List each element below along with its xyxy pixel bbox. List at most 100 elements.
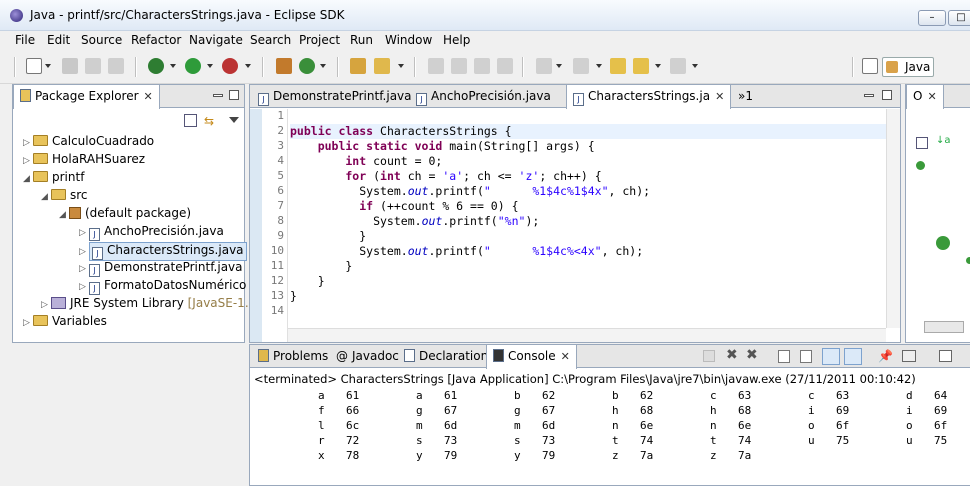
- code-token: }: [290, 274, 325, 288]
- tab-overflow[interactable]: »1: [732, 85, 759, 108]
- tab-problems[interactable]: Problems: [252, 345, 334, 368]
- minimize-button[interactable]: –: [918, 10, 946, 26]
- collapse-all-icon[interactable]: [916, 137, 928, 149]
- external-tools-icon[interactable]: [222, 58, 238, 74]
- tree-item-printf[interactable]: ◢ printf: [23, 170, 84, 188]
- run-icon[interactable]: [185, 58, 201, 74]
- menu-edit[interactable]: Edit: [47, 33, 70, 47]
- remove-all-icon[interactable]: ✖: [746, 347, 758, 363]
- print-icon[interactable]: [108, 58, 124, 74]
- tab-declaration[interactable]: Declaration: [398, 345, 494, 368]
- maximize-button[interactable]: □: [948, 10, 970, 26]
- code-line[interactable]: for (int ch = 'a'; ch <= 'z'; ch++) {: [290, 169, 601, 183]
- code-line[interactable]: int count = 0;: [290, 154, 442, 168]
- code-token: , ch);: [601, 244, 644, 258]
- prev-annotation-icon[interactable]: [573, 58, 589, 74]
- link-editor-icon[interactable]: ⇆: [204, 114, 220, 128]
- java-perspective-button[interactable]: Java: [882, 57, 934, 77]
- scroll-lock-icon[interactable]: [800, 350, 812, 363]
- maximize-icon[interactable]: [882, 90, 892, 100]
- show-console-stdout-icon[interactable]: [822, 348, 840, 365]
- close-icon[interactable]: ✕: [927, 90, 936, 103]
- tree-item-demonstrateprintf[interactable]: ▷ J DemonstratePrintf.java: [79, 260, 243, 278]
- tab-charactersstrings[interactable]: J CharactersStrings.ja ✕: [566, 85, 732, 109]
- tab-anchoprecision[interactable]: J AnchoPrecisión.java: [410, 85, 557, 108]
- code-line[interactable]: if (++count % 6 == 0) {: [290, 199, 518, 213]
- open-type-icon[interactable]: [350, 58, 366, 74]
- tab-package-explorer[interactable]: Package Explorer ✕: [13, 85, 160, 109]
- menu-source[interactable]: Source: [81, 33, 122, 47]
- menu-window[interactable]: Window: [385, 33, 432, 47]
- save-all-icon[interactable]: [85, 58, 101, 74]
- new-icon[interactable]: [26, 58, 42, 74]
- sort-icon[interactable]: ↓a: [936, 135, 951, 146]
- new-class-icon[interactable]: [299, 58, 315, 74]
- code-line[interactable]: System.out.printf(" %1$4c%<4x", ch);: [290, 244, 643, 258]
- tree-item-jre-library[interactable]: ▷ JRE System Library [JavaSE-1.7]: [41, 296, 261, 314]
- minimize-icon[interactable]: [864, 94, 874, 97]
- new-java-project-icon[interactable]: [276, 58, 292, 74]
- close-icon[interactable]: ✕: [144, 90, 153, 103]
- code-line[interactable]: public static void main(String[] args) {: [290, 139, 595, 153]
- line-number: 10: [270, 244, 284, 257]
- tree-item-default-package[interactable]: ◢ (default package): [59, 206, 191, 224]
- tree-item-holarahsuarez[interactable]: ▷ HolaRAHSuarez: [23, 152, 145, 170]
- tree-item-anchoprecision[interactable]: ▷ J AnchoPrecisión.java: [79, 224, 224, 242]
- collapse-all-icon[interactable]: [184, 114, 197, 127]
- tree-item-formatodatos[interactable]: ▷ J FormatoDatosNumérico: [79, 278, 246, 296]
- search-icon[interactable]: [374, 58, 390, 74]
- highlight-icon[interactable]: [451, 58, 467, 74]
- next-annotation-icon[interactable]: [536, 58, 552, 74]
- tree-item-calculocuadrado[interactable]: ▷ CalculoCuadrado: [23, 134, 154, 152]
- tab-javadoc[interactable]: @ Javadoc: [330, 345, 405, 368]
- clear-console-icon[interactable]: [778, 350, 790, 363]
- last-edit-icon[interactable]: [610, 58, 626, 74]
- code-token: ch =: [407, 169, 443, 183]
- maximize-icon[interactable]: [229, 90, 239, 100]
- editor-horizontal-scrollbar[interactable]: [288, 328, 886, 342]
- show-console-stderr-icon[interactable]: [844, 348, 862, 365]
- console-cell: t: [710, 434, 717, 447]
- save-icon[interactable]: [62, 58, 78, 74]
- code-line[interactable]: }: [290, 274, 325, 288]
- tab-console[interactable]: Console ✕: [486, 345, 577, 369]
- tree-item-src[interactable]: ◢ src: [41, 188, 88, 206]
- block-select-icon[interactable]: [474, 58, 490, 74]
- menu-search[interactable]: Search: [250, 33, 291, 47]
- tree-item-variables[interactable]: ▷ Variables: [23, 314, 107, 332]
- terminate-icon[interactable]: [703, 350, 715, 362]
- code-line[interactable]: System.out.printf(" %1$4c%1$4x", ch);: [290, 184, 650, 198]
- view-menu-icon[interactable]: [229, 117, 239, 123]
- console-cell: 7a: [738, 449, 752, 462]
- display-console-icon[interactable]: [902, 350, 916, 362]
- back-icon[interactable]: [633, 58, 649, 74]
- open-perspective-icon[interactable]: [862, 58, 878, 74]
- console-cell: 6e: [738, 419, 752, 432]
- code-line[interactable]: }: [290, 259, 352, 273]
- pin-console-icon[interactable]: 📌: [878, 349, 893, 363]
- code-line[interactable]: }: [290, 229, 366, 243]
- remove-launch-icon[interactable]: ✖: [726, 347, 738, 363]
- debug-icon[interactable]: [148, 58, 164, 74]
- menu-file[interactable]: File: [15, 33, 35, 47]
- menu-navigate[interactable]: Navigate: [189, 33, 243, 47]
- code-line[interactable]: System.out.printf("%n");: [290, 214, 539, 228]
- minimize-icon[interactable]: [213, 94, 223, 97]
- show-whitespace-icon[interactable]: [497, 58, 513, 74]
- code-line[interactable]: }: [290, 289, 297, 303]
- editor-vertical-scrollbar[interactable]: [886, 109, 900, 328]
- close-icon[interactable]: ✕: [715, 90, 724, 103]
- code-line[interactable]: public class CharactersStrings {: [290, 124, 512, 138]
- tab-demonstrateprintf[interactable]: J DemonstratePrintf.java: [252, 85, 418, 108]
- menu-help[interactable]: Help: [443, 33, 470, 47]
- menu-run[interactable]: Run: [350, 33, 373, 47]
- forward-icon[interactable]: [670, 58, 686, 74]
- menu-refactor[interactable]: Refactor: [131, 33, 181, 47]
- outline-scrollbar[interactable]: [924, 321, 964, 333]
- toggle-mark-icon[interactable]: [428, 58, 444, 74]
- tab-outline[interactable]: O ✕: [906, 85, 944, 109]
- tree-item-charactersstrings[interactable]: ▷ J CharactersStrings.java: [79, 242, 247, 261]
- menu-project[interactable]: Project: [299, 33, 340, 47]
- close-icon[interactable]: ✕: [561, 350, 570, 363]
- open-console-icon[interactable]: [939, 350, 952, 362]
